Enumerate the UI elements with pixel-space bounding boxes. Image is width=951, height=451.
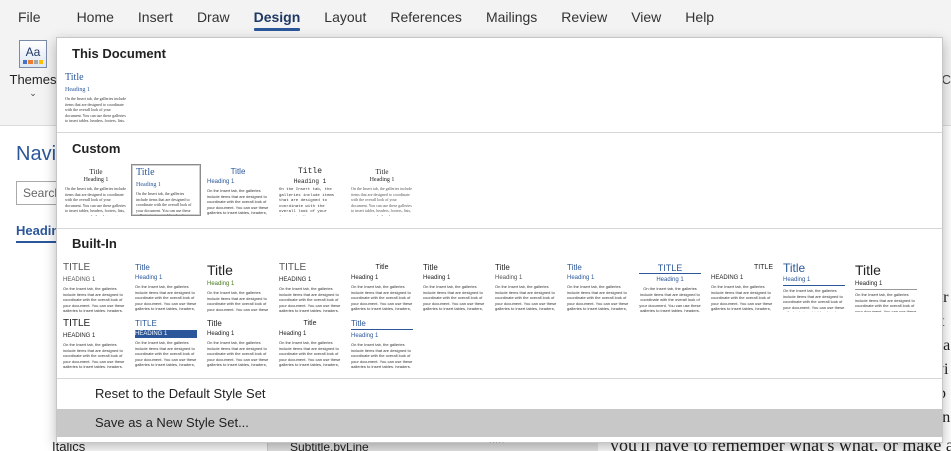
style-set-thumbnail[interactable]: Title Heading 1 On the Insert tab, the g… bbox=[59, 260, 129, 312]
style-set-thumbnail[interactable]: Title Heading 1 On the Insert tab, the g… bbox=[131, 260, 201, 312]
style-set-thumbnail[interactable]: Title Heading 1 On the Insert tab, the g… bbox=[131, 316, 201, 368]
tab-view[interactable]: View bbox=[619, 0, 673, 34]
style-set-thumbnail[interactable]: Title Heading 1 On the Insert tab, the g… bbox=[203, 260, 273, 312]
section-built-in: Built-In bbox=[72, 236, 117, 251]
divider bbox=[57, 132, 944, 133]
nav-pane-title: Navi bbox=[16, 143, 57, 165]
tab-file[interactable]: File bbox=[0, 0, 65, 34]
style-set-thumbnail[interactable]: Title Heading 1 On the Insert tab, the g… bbox=[275, 316, 345, 368]
resize-grip-icon[interactable]: ..... bbox=[489, 436, 505, 445]
style-set-thumbnail[interactable]: Title Heading 1 On the Insert tab, the g… bbox=[347, 164, 417, 216]
tab-mailings[interactable]: Mailings bbox=[474, 0, 549, 34]
style-set-thumbnail[interactable]: Title Heading 1 On the Insert tab, the g… bbox=[59, 316, 129, 368]
tab-review[interactable]: Review bbox=[549, 0, 619, 34]
style-set-thumbnail[interactable]: Title Heading 1 On the Insert tab, the g… bbox=[275, 260, 345, 312]
tab-design[interactable]: Design bbox=[242, 0, 313, 34]
nav-tab-underline bbox=[16, 241, 58, 243]
tab-layout[interactable]: Layout bbox=[312, 0, 378, 34]
style-set-thumbnail[interactable]: Title Heading 1 On the Insert tab, the g… bbox=[851, 260, 921, 312]
divider bbox=[57, 378, 944, 379]
tab-references[interactable]: References bbox=[378, 0, 474, 34]
menu-bar: File Home Insert Draw Design Layout Refe… bbox=[0, 0, 951, 34]
tab-home[interactable]: Home bbox=[65, 0, 126, 34]
style-set-thumbnail[interactable]: Title Heading 1 On the Insert tab, the g… bbox=[635, 260, 705, 312]
style-set-thumbnail[interactable]: Title Heading 1 On the Insert tab, the g… bbox=[347, 260, 417, 312]
style-set-thumbnail[interactable]: Title Heading 1 On the Insert tab, the g… bbox=[61, 70, 131, 122]
tab-draw[interactable]: Draw bbox=[185, 0, 242, 34]
style-set-thumbnail[interactable]: Title Heading 1 On the Insert tab, the g… bbox=[779, 260, 849, 312]
style-set-gallery: This Document Title Heading 1 On the Ins… bbox=[56, 37, 944, 445]
style-set-thumbnail[interactable]: Title Heading 1 On the Insert tab, the g… bbox=[419, 260, 489, 312]
style-set-thumbnail[interactable]: Title Heading 1 On the Insert tab, the g… bbox=[203, 316, 273, 368]
style-set-thumbnail[interactable]: Title Heading 1 On the Insert tab, the g… bbox=[707, 260, 777, 312]
style-set-thumbnail[interactable]: Title Heading 1 On the Insert tab, the g… bbox=[563, 260, 633, 312]
tab-insert[interactable]: Insert bbox=[126, 0, 185, 34]
style-set-thumbnail[interactable]: Title Heading 1 On the Insert tab, the g… bbox=[275, 164, 345, 216]
nav-tab-headings[interactable]: Headin bbox=[16, 223, 59, 238]
style-set-thumbnail[interactable]: Title Heading 1 On the Insert tab, the g… bbox=[347, 316, 417, 368]
divider bbox=[57, 228, 944, 229]
style-set-thumbnail[interactable]: Title Heading 1 On the Insert tab, the g… bbox=[61, 164, 131, 216]
save-style-set-button[interactable]: Save as a New Style Set... bbox=[57, 409, 942, 437]
section-this-document: This Document bbox=[72, 46, 166, 61]
themes-button[interactable]: Aa Themes ⌄ bbox=[8, 38, 58, 108]
themes-icon: Aa bbox=[19, 40, 47, 68]
themes-label: Themes bbox=[9, 72, 57, 87]
section-custom: Custom bbox=[72, 141, 121, 156]
style-set-thumbnail[interactable]: Title Heading 1 On the Insert tab, the g… bbox=[131, 164, 201, 216]
style-set-thumbnail[interactable]: Title Heading 1 On the Insert tab, the g… bbox=[491, 260, 561, 312]
ribbon-cut-label: C bbox=[941, 72, 951, 87]
reset-style-set-button[interactable]: Reset to the Default Style Set bbox=[57, 380, 942, 408]
tab-help[interactable]: Help bbox=[673, 0, 726, 34]
chevron-down-icon: ⌄ bbox=[29, 88, 37, 98]
style-set-thumbnail[interactable]: Title Heading 1 On the Insert tab, the g… bbox=[203, 164, 273, 216]
